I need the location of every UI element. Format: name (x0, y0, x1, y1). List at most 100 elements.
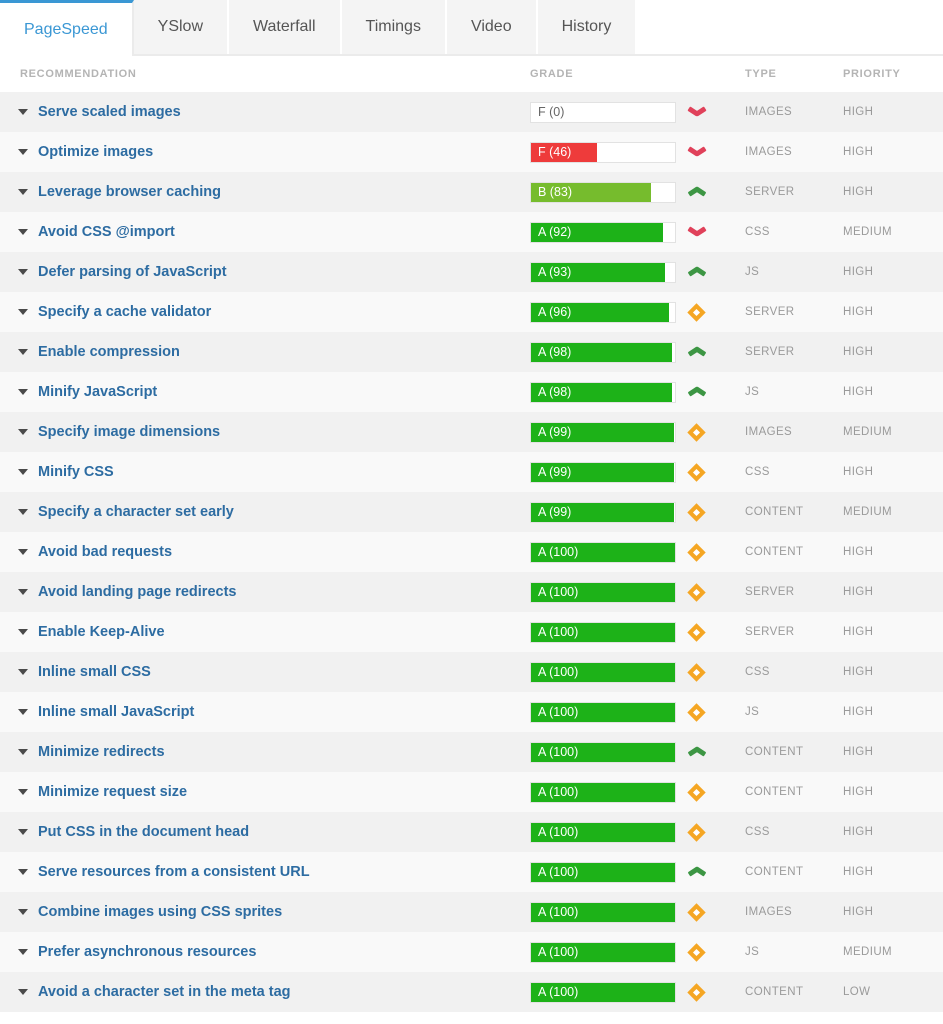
diamond-icon[interactable] (687, 702, 706, 722)
diamond-icon[interactable] (687, 502, 706, 522)
caret-down-icon[interactable] (18, 909, 28, 915)
diamond-icon[interactable] (687, 302, 706, 322)
recommendation-link[interactable]: Enable compression (38, 344, 180, 360)
table-row[interactable]: Minify JavaScript A (98) JS HIGH (0, 372, 943, 412)
table-row[interactable]: Specify image dimensions A (99) IMAGES MEDI… (0, 412, 943, 452)
recommendation-link[interactable]: Serve resources from a consistent URL (38, 864, 310, 880)
table-row[interactable]: Minimize request size A (100) CONTENT HIGH (0, 772, 943, 812)
recommendation-link[interactable]: Avoid bad requests (38, 544, 172, 560)
table-row[interactable]: Enable Keep-Alive A (100) SERVER HIGH (0, 612, 943, 652)
recommendation-link[interactable]: Specify a character set early (38, 504, 234, 520)
diamond-icon[interactable] (687, 902, 706, 922)
chevron-down-icon[interactable] (689, 146, 706, 158)
table-row[interactable]: Avoid bad requests A (100) CONTENT HIGH (0, 532, 943, 572)
diamond-icon[interactable] (687, 662, 706, 682)
recommendation-link[interactable]: Enable Keep-Alive (38, 624, 165, 640)
caret-down-icon[interactable] (18, 589, 28, 595)
recommendation-link[interactable]: Minify CSS (38, 464, 114, 480)
tab-video[interactable]: Video (446, 0, 538, 54)
chevron-up-icon[interactable] (689, 746, 706, 758)
table-row[interactable]: Put CSS in the document head A (100) CSS HI… (0, 812, 943, 852)
table-row[interactable]: Minify CSS A (99) CSS HIGH (0, 452, 943, 492)
recommendation-cell: Avoid bad requests (0, 544, 530, 560)
recommendation-link[interactable]: Avoid landing page redirects (38, 584, 236, 600)
chevron-down-icon[interactable] (689, 226, 706, 238)
table-row[interactable]: Inline small JavaScript A (100) JS HIGH (0, 692, 943, 732)
caret-down-icon[interactable] (18, 349, 28, 355)
tab-waterfall[interactable]: Waterfall (229, 0, 342, 54)
recommendation-link[interactable]: Inline small CSS (38, 664, 151, 680)
caret-down-icon[interactable] (18, 709, 28, 715)
recommendation-link[interactable]: Minify JavaScript (38, 384, 157, 400)
caret-down-icon[interactable] (18, 429, 28, 435)
diamond-icon[interactable] (687, 462, 706, 482)
caret-down-icon[interactable] (18, 869, 28, 875)
diamond-icon[interactable] (687, 782, 706, 802)
recommendation-link[interactable]: Optimize images (38, 144, 153, 160)
diamond-icon[interactable] (687, 542, 706, 562)
table-row[interactable]: Specify a cache validator A (96) SERVER HIG… (0, 292, 943, 332)
chevron-down-icon[interactable] (689, 106, 706, 118)
caret-down-icon[interactable] (18, 189, 28, 195)
diamond-icon[interactable] (687, 822, 706, 842)
tab-pagespeed[interactable]: PageSpeed (0, 0, 134, 56)
table-row[interactable]: Avoid CSS @import A (92) CSS MEDIUM (0, 212, 943, 252)
caret-down-icon[interactable] (18, 229, 28, 235)
table-row[interactable]: Defer parsing of JavaScript A (93) JS HIGH (0, 252, 943, 292)
tab-history[interactable]: History (537, 0, 638, 54)
caret-down-icon[interactable] (18, 549, 28, 555)
caret-down-icon[interactable] (18, 389, 28, 395)
caret-down-icon[interactable] (18, 309, 28, 315)
recommendation-link[interactable]: Minimize request size (38, 784, 187, 800)
recommendation-link[interactable]: Combine images using CSS sprites (38, 904, 282, 920)
caret-down-icon[interactable] (18, 749, 28, 755)
table-row[interactable]: Enable compression A (98) SERVER HIGH (0, 332, 943, 372)
recommendation-link[interactable]: Leverage browser caching (38, 184, 221, 200)
recommendation-link[interactable]: Avoid a character set in the meta tag (38, 984, 291, 1000)
table-row[interactable]: Optimize images F (46) IMAGES HIGH (0, 132, 943, 172)
chevron-up-icon[interactable] (689, 386, 706, 398)
diamond-icon[interactable] (687, 942, 706, 962)
chevron-up-icon[interactable] (689, 866, 706, 878)
caret-down-icon[interactable] (18, 509, 28, 515)
recommendation-link[interactable]: Defer parsing of JavaScript (38, 264, 227, 280)
caret-down-icon[interactable] (18, 149, 28, 155)
table-row[interactable]: Minimize redirects A (100) CONTENT HIGH (0, 732, 943, 772)
recommendation-link[interactable]: Specify a cache validator (38, 304, 211, 320)
caret-down-icon[interactable] (18, 789, 28, 795)
caret-down-icon[interactable] (18, 629, 28, 635)
table-row[interactable]: Combine images using CSS sprites A (100) I… (0, 892, 943, 932)
grade-cell: A (100) (530, 621, 682, 643)
table-row[interactable]: Inline small CSS A (100) CSS HIGH (0, 652, 943, 692)
caret-down-icon[interactable] (18, 109, 28, 115)
caret-down-icon[interactable] (18, 469, 28, 475)
tab-yslow[interactable]: YSlow (133, 0, 229, 54)
diamond-icon[interactable] (687, 422, 706, 442)
chevron-up-icon[interactable] (689, 186, 706, 198)
recommendation-link[interactable]: Prefer asynchronous resources (38, 944, 256, 960)
caret-down-icon[interactable] (18, 269, 28, 275)
recommendation-link[interactable]: Put CSS in the document head (38, 824, 249, 840)
caret-down-icon[interactable] (18, 949, 28, 955)
caret-down-icon[interactable] (18, 669, 28, 675)
diamond-icon[interactable] (687, 982, 706, 1002)
diamond-icon[interactable] (687, 582, 706, 602)
table-row[interactable]: Serve scaled images F (0) IMAGES HIGH (0, 92, 943, 132)
recommendation-link[interactable]: Inline small JavaScript (38, 704, 194, 720)
recommendation-link[interactable]: Avoid CSS @import (38, 224, 175, 240)
table-row[interactable]: Specify a character set early A (99) CONTE… (0, 492, 943, 532)
table-row[interactable]: Avoid a character set in the meta tag A (… (0, 972, 943, 1012)
caret-down-icon[interactable] (18, 989, 28, 995)
table-row[interactable]: Avoid landing page redirects A (100) SERVE… (0, 572, 943, 612)
recommendation-link[interactable]: Specify image dimensions (38, 424, 220, 440)
recommendation-link[interactable]: Serve scaled images (38, 104, 181, 120)
table-row[interactable]: Leverage browser caching B (83) SERVER HIGH (0, 172, 943, 212)
chevron-up-icon[interactable] (689, 346, 706, 358)
chevron-up-icon[interactable] (689, 266, 706, 278)
tab-timings[interactable]: Timings (341, 0, 447, 54)
recommendation-link[interactable]: Minimize redirects (38, 744, 165, 760)
table-row[interactable]: Prefer asynchronous resources A (100) JS ME… (0, 932, 943, 972)
diamond-icon[interactable] (687, 622, 706, 642)
table-row[interactable]: Serve resources from a consistent URL A (… (0, 852, 943, 892)
caret-down-icon[interactable] (18, 829, 28, 835)
